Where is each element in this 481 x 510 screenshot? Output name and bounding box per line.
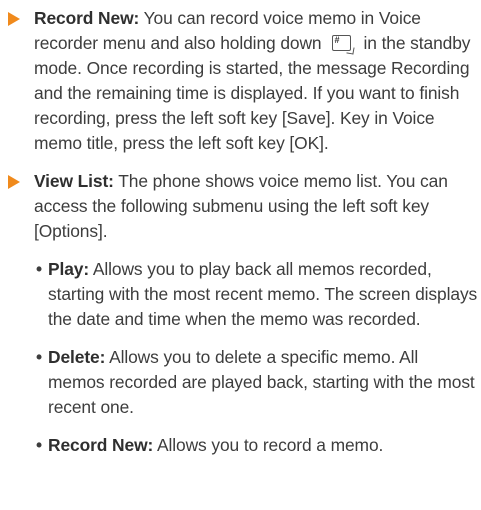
bullet: • xyxy=(36,259,42,279)
submenu-item-record-new: • Record New: Allows you to record a mem… xyxy=(34,433,478,458)
submenu-list: • Play: Allows you to play back all memo… xyxy=(34,257,478,458)
subitem-text: Allows you to delete a specific memo. Al… xyxy=(48,347,475,417)
bullet: • xyxy=(36,347,42,367)
orange-arrow-bullet-icon xyxy=(8,175,20,189)
subitem-text: Allows you to record a memo. xyxy=(153,435,384,455)
orange-arrow-bullet-icon xyxy=(8,12,20,26)
submenu-item-delete: • Delete: Allows you to delete a specifi… xyxy=(34,345,478,420)
manual-page: Record New: You can record voice memo in… xyxy=(6,6,478,458)
list-item-view-list: View List: The phone shows voice memo li… xyxy=(6,169,478,458)
hash-memo-key-icon: # xyxy=(331,34,355,55)
item-term: View List: xyxy=(34,171,114,191)
submenu-item-play: • Play: Allows you to play back all memo… xyxy=(34,257,478,332)
bullet: • xyxy=(36,435,42,455)
item-term: Record New: xyxy=(34,8,140,28)
list-item-record-new: Record New: You can record voice memo in… xyxy=(6,6,478,156)
subitem-term: Delete: xyxy=(48,347,106,367)
subitem-term: Record New: xyxy=(48,435,154,455)
subitem-term: Play: xyxy=(48,259,90,279)
subitem-text: Allows you to play back all memos record… xyxy=(48,259,478,329)
